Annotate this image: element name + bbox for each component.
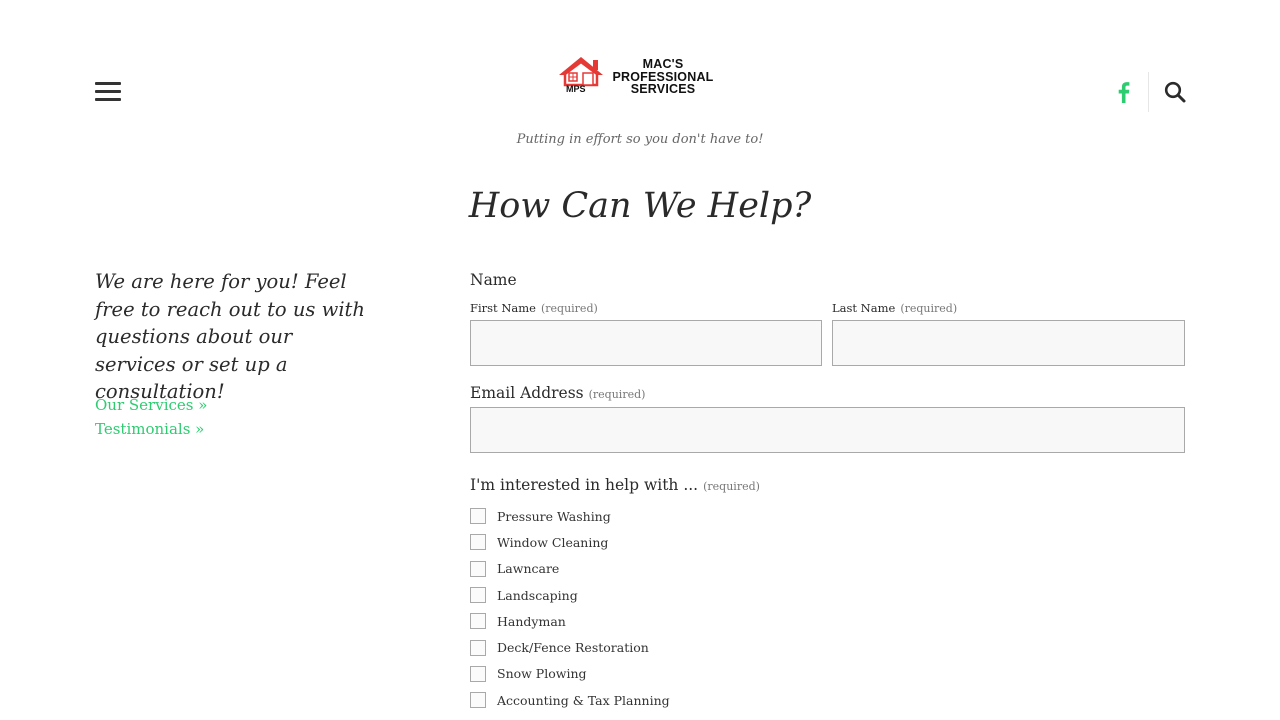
checkbox[interactable]: [470, 560, 486, 577]
logo-line-3: SERVICES: [630, 82, 696, 96]
hamburger-menu-icon[interactable]: [95, 82, 121, 102]
first-name-required: (required): [540, 302, 598, 315]
interest-label: I'm interested in help with ...: [470, 476, 699, 494]
name-label: Name: [470, 271, 517, 289]
option-label: Snow Plowing: [497, 666, 587, 682]
search-icon[interactable]: [1163, 80, 1187, 104]
last-name-group: Last Name (required): [832, 297, 1185, 366]
option-label: Lawncare: [497, 561, 560, 577]
email-group: Email Address (required): [470, 383, 1185, 453]
checkbox[interactable]: [470, 508, 486, 525]
option-label: Handyman: [497, 613, 566, 629]
email-label: Email Address: [470, 384, 584, 402]
logo-line-1: MAC'S: [642, 57, 684, 71]
first-name-label: First Name: [470, 301, 536, 315]
checkbox[interactable]: [470, 534, 486, 551]
facebook-icon[interactable]: [1113, 80, 1135, 104]
option-label: Pressure Washing: [497, 508, 611, 524]
option-lawncare[interactable]: Lawncare: [470, 556, 1185, 582]
option-pressure-washing[interactable]: Pressure Washing: [470, 503, 1185, 529]
option-handyman[interactable]: Handyman: [470, 608, 1185, 634]
option-label: Landscaping: [497, 587, 578, 603]
checkbox[interactable]: [470, 613, 486, 630]
site-header: MPS MAC'S PROFESSIONAL SERVICES Putting …: [0, 0, 1280, 160]
checkbox[interactable]: [470, 692, 486, 709]
option-accounting-tax-planning[interactable]: Accounting & Tax Planning: [470, 687, 1185, 713]
email-required: (required): [588, 388, 646, 401]
option-snow-plowing[interactable]: Snow Plowing: [470, 661, 1185, 687]
logo-wordmark: MAC'S PROFESSIONAL SERVICES: [611, 58, 715, 96]
email-input[interactable]: [470, 407, 1185, 453]
testimonials-link[interactable]: Testimonials »: [95, 420, 204, 438]
checkbox[interactable]: [470, 639, 486, 656]
last-name-required: (required): [900, 302, 958, 315]
checkbox[interactable]: [470, 587, 486, 604]
option-deck-fence-restoration[interactable]: Deck/Fence Restoration: [470, 634, 1185, 660]
site-logo[interactable]: MPS MAC'S PROFESSIONAL SERVICES: [557, 54, 717, 100]
logo-mark-text: MPS: [566, 84, 586, 94]
header-divider: [1148, 72, 1149, 112]
first-name-input[interactable]: [470, 320, 822, 366]
checkbox[interactable]: [470, 665, 486, 682]
interest-group: I'm interested in help with ... (required…: [470, 475, 1185, 713]
page-title: How Can We Help?: [468, 186, 812, 226]
option-window-cleaning[interactable]: Window Cleaning: [470, 529, 1185, 555]
interest-required: (required): [703, 480, 760, 493]
option-label: Window Cleaning: [497, 534, 609, 550]
last-name-label: Last Name: [832, 301, 896, 315]
our-services-link[interactable]: Our Services »: [95, 396, 207, 414]
last-name-input[interactable]: [832, 320, 1185, 366]
site-tagline: Putting in effort so you don't have to!: [516, 132, 764, 147]
option-label: Accounting & Tax Planning: [497, 692, 670, 708]
first-name-group: First Name (required): [470, 297, 822, 366]
intro-text: We are here for you! Feel free to reach …: [95, 270, 365, 403]
option-landscaping[interactable]: Landscaping: [470, 582, 1185, 608]
option-label: Deck/Fence Restoration: [497, 640, 649, 656]
interest-options: Pressure Washing Window Cleaning Lawncar…: [470, 503, 1185, 713]
